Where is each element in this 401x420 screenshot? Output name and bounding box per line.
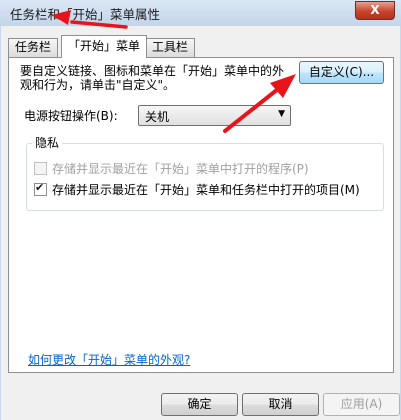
window-title: 任务栏和「开始」菜单属性	[10, 7, 161, 22]
privacy-group	[26, 143, 384, 211]
recent-items-checkbox[interactable]: ✔	[34, 181, 47, 196]
recent-programs-checkbox[interactable]	[34, 162, 47, 175]
recent-items-option[interactable]: ✔ 存储并显示最近在「开始」菜单和任务栏中打开的项目(M)	[34, 181, 360, 198]
description-text: 要自定义链接、图标和菜单在「开始」菜单中的外观和行为，请单击"自定义"。	[20, 64, 285, 92]
tab-toolbars[interactable]: 工具栏	[145, 38, 196, 57]
checkmark-icon: ✔	[35, 181, 45, 194]
close-icon: X	[370, 3, 380, 17]
title-bar: 任务栏和「开始」菜单属性 X	[0, 0, 401, 26]
ok-button[interactable]: 确定	[161, 393, 238, 416]
chevron-down-icon: ▼	[278, 109, 285, 119]
power-action-value: 关机	[145, 110, 170, 124]
close-button[interactable]: X	[355, 1, 395, 20]
customize-button[interactable]: 自定义(C)...	[299, 61, 384, 84]
dialog-body: 任务栏 「开始」菜单 工具栏 要自定义链接、图标和菜单在「开始」菜单中的外观和行…	[1, 26, 400, 420]
help-link[interactable]: 如何更改「开始」菜单的外观?	[28, 351, 190, 368]
apply-button[interactable]: 应用(A)	[323, 393, 400, 416]
privacy-group-title: 隐私	[32, 134, 63, 151]
cancel-button[interactable]: 取消	[242, 393, 319, 416]
recent-items-label: 存储并显示最近在「开始」菜单和任务栏中打开的项目(M)	[52, 183, 360, 197]
recent-programs-option[interactable]: 存储并显示最近在「开始」菜单中打开的程序(P)	[34, 160, 309, 177]
recent-programs-label: 存储并显示最近在「开始」菜单中打开的程序(P)	[52, 162, 309, 176]
power-button-label: 电源按钮操作(B):	[24, 109, 118, 123]
tab-taskbar[interactable]: 任务栏	[8, 38, 59, 57]
power-action-select[interactable]: 关机 ▼	[138, 105, 291, 126]
tab-start-menu[interactable]: 「开始」菜单	[61, 35, 148, 58]
